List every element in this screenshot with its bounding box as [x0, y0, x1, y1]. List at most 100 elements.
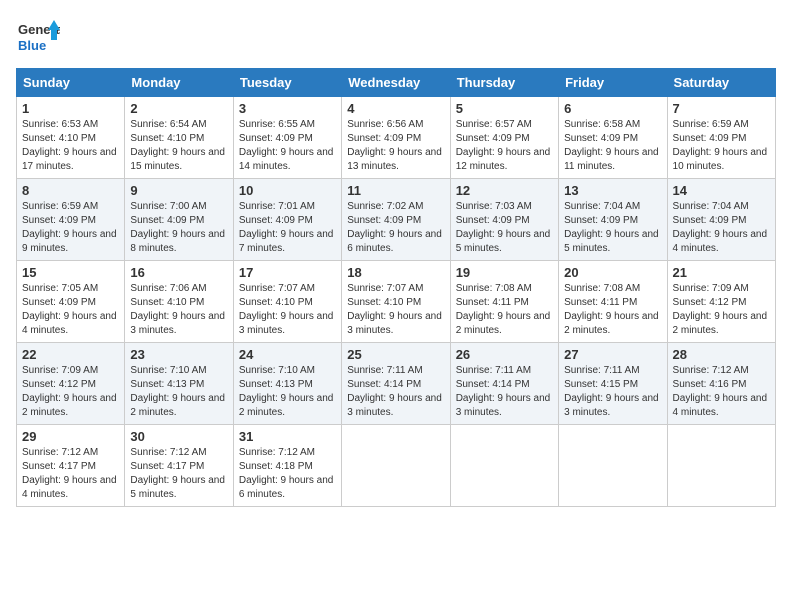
day-number: 13 — [564, 183, 661, 198]
day-info: Sunrise: 7:08 AMSunset: 4:11 PMDaylight:… — [456, 283, 551, 336]
day-number: 7 — [673, 101, 770, 116]
week-row-4: 22Sunrise: 7:09 AMSunset: 4:12 PMDayligh… — [17, 343, 776, 425]
day-header-tuesday: Tuesday — [233, 69, 341, 97]
day-cell-4: 4 Sunrise: 6:56 AMSunset: 4:09 PMDaylight… — [342, 97, 450, 179]
day-cell-19: 19Sunrise: 7:08 AMSunset: 4:11 PMDayligh… — [450, 261, 558, 343]
day-cell-9: 9 Sunrise: 7:00 AMSunset: 4:09 PMDaylight… — [125, 179, 233, 261]
day-cell-25: 25 Sunrise: 7:11 AMSunset: 4:14 PMDayligh… — [342, 343, 450, 425]
week-row-5: 29 Sunrise: 7:12 AMSunset: 4:17 PMDayligh… — [17, 425, 776, 507]
day-cell-24: 24Sunrise: 7:10 AMSunset: 4:13 PMDayligh… — [233, 343, 341, 425]
day-info: Sunrise: 7:09 AMSunset: 4:12 PMDaylight:… — [22, 365, 117, 418]
day-cell-18: 18Sunrise: 7:07 AMSunset: 4:10 PMDayligh… — [342, 261, 450, 343]
day-info: Sunrise: 7:07 AMSunset: 4:10 PMDaylight:… — [347, 283, 442, 336]
svg-text:Blue: Blue — [18, 38, 46, 53]
day-number: 29 — [22, 429, 119, 444]
day-info: Sunrise: 7:11 AMSunset: 4:14 PMDaylight:… — [347, 365, 442, 418]
day-cell-6: 6 Sunrise: 6:58 AMSunset: 4:09 PMDaylight… — [559, 97, 667, 179]
day-number: 5 — [456, 101, 553, 116]
day-info: Sunrise: 6:54 AMSunset: 4:10 PMDaylight:… — [130, 119, 225, 172]
day-cell-5: 5 Sunrise: 6:57 AMSunset: 4:09 PMDaylight… — [450, 97, 558, 179]
week-row-2: 8 Sunrise: 6:59 AMSunset: 4:09 PMDaylight… — [17, 179, 776, 261]
day-number: 21 — [673, 265, 770, 280]
day-cell-23: 23 Sunrise: 7:10 AMSunset: 4:13 PMDayligh… — [125, 343, 233, 425]
day-info: Sunrise: 7:12 AMSunset: 4:18 PMDaylight:… — [239, 447, 334, 500]
day-info: Sunrise: 6:55 AMSunset: 4:09 PMDaylight:… — [239, 119, 334, 172]
day-cell-11: 11 Sunrise: 7:02 AMSunset: 4:09 PMDayligh… — [342, 179, 450, 261]
day-cell-26: 26Sunrise: 7:11 AMSunset: 4:14 PMDayligh… — [450, 343, 558, 425]
day-info: Sunrise: 7:09 AMSunset: 4:12 PMDaylight:… — [673, 283, 768, 336]
day-info: Sunrise: 7:12 AMSunset: 4:17 PMDaylight:… — [22, 447, 117, 500]
day-info: Sunrise: 6:59 AMSunset: 4:09 PMDaylight:… — [673, 119, 768, 172]
day-number: 9 — [130, 183, 227, 198]
day-number: 23 — [130, 347, 227, 362]
day-number: 1 — [22, 101, 119, 116]
empty-cell — [342, 425, 450, 507]
day-info: Sunrise: 7:12 AMSunset: 4:17 PMDaylight:… — [130, 447, 225, 500]
header-row: SundayMondayTuesdayWednesdayThursdayFrid… — [17, 69, 776, 97]
day-cell-7: 7 Sunrise: 6:59 AMSunset: 4:09 PMDaylight… — [667, 97, 775, 179]
day-number: 4 — [347, 101, 444, 116]
day-info: Sunrise: 7:12 AMSunset: 4:16 PMDaylight:… — [673, 365, 768, 418]
day-number: 12 — [456, 183, 553, 198]
day-number: 11 — [347, 183, 444, 198]
day-number: 3 — [239, 101, 336, 116]
day-number: 26 — [456, 347, 553, 362]
day-info: Sunrise: 7:11 AMSunset: 4:15 PMDaylight:… — [564, 365, 659, 418]
day-info: Sunrise: 7:05 AMSunset: 4:09 PMDaylight:… — [22, 283, 117, 336]
day-number: 10 — [239, 183, 336, 198]
day-cell-28: 28 Sunrise: 7:12 AMSunset: 4:16 PMDayligh… — [667, 343, 775, 425]
day-header-thursday: Thursday — [450, 69, 558, 97]
empty-cell — [667, 425, 775, 507]
day-info: Sunrise: 6:53 AMSunset: 4:10 PMDaylight:… — [22, 119, 117, 172]
day-cell-29: 29 Sunrise: 7:12 AMSunset: 4:17 PMDayligh… — [17, 425, 125, 507]
day-cell-15: 15 Sunrise: 7:05 AMSunset: 4:09 PMDayligh… — [17, 261, 125, 343]
day-info: Sunrise: 7:01 AMSunset: 4:09 PMDaylight:… — [239, 201, 334, 254]
empty-cell — [450, 425, 558, 507]
day-cell-3: 3 Sunrise: 6:55 AMSunset: 4:09 PMDaylight… — [233, 97, 341, 179]
day-cell-10: 10 Sunrise: 7:01 AMSunset: 4:09 PMDayligh… — [233, 179, 341, 261]
day-cell-20: 20 Sunrise: 7:08 AMSunset: 4:11 PMDayligh… — [559, 261, 667, 343]
day-number: 30 — [130, 429, 227, 444]
day-cell-16: 16 Sunrise: 7:06 AMSunset: 4:10 PMDayligh… — [125, 261, 233, 343]
day-number: 6 — [564, 101, 661, 116]
day-number: 25 — [347, 347, 444, 362]
day-number: 2 — [130, 101, 227, 116]
day-info: Sunrise: 7:07 AMSunset: 4:10 PMDaylight:… — [239, 283, 334, 336]
day-header-friday: Friday — [559, 69, 667, 97]
day-cell-17: 17Sunrise: 7:07 AMSunset: 4:10 PMDayligh… — [233, 261, 341, 343]
week-row-1: 1 Sunrise: 6:53 AMSunset: 4:10 PMDaylight… — [17, 97, 776, 179]
empty-cell — [559, 425, 667, 507]
day-number: 20 — [564, 265, 661, 280]
day-info: Sunrise: 6:57 AMSunset: 4:09 PMDaylight:… — [456, 119, 551, 172]
day-info: Sunrise: 7:08 AMSunset: 4:11 PMDaylight:… — [564, 283, 659, 336]
day-cell-22: 22Sunrise: 7:09 AMSunset: 4:12 PMDayligh… — [17, 343, 125, 425]
day-number: 24 — [239, 347, 336, 362]
day-header-saturday: Saturday — [667, 69, 775, 97]
day-number: 28 — [673, 347, 770, 362]
day-cell-12: 12 Sunrise: 7:03 AMSunset: 4:09 PMDayligh… — [450, 179, 558, 261]
day-cell-1: 1 Sunrise: 6:53 AMSunset: 4:10 PMDaylight… — [17, 97, 125, 179]
day-number: 8 — [22, 183, 119, 198]
day-cell-2: 2 Sunrise: 6:54 AMSunset: 4:10 PMDaylight… — [125, 97, 233, 179]
logo-svg: General Blue — [16, 16, 60, 60]
day-cell-27: 27 Sunrise: 7:11 AMSunset: 4:15 PMDayligh… — [559, 343, 667, 425]
day-info: Sunrise: 7:06 AMSunset: 4:10 PMDaylight:… — [130, 283, 225, 336]
day-cell-14: 14Sunrise: 7:04 AMSunset: 4:09 PMDayligh… — [667, 179, 775, 261]
day-number: 14 — [673, 183, 770, 198]
day-info: Sunrise: 6:58 AMSunset: 4:09 PMDaylight:… — [564, 119, 659, 172]
week-row-3: 15 Sunrise: 7:05 AMSunset: 4:09 PMDayligh… — [17, 261, 776, 343]
day-info: Sunrise: 7:03 AMSunset: 4:09 PMDaylight:… — [456, 201, 551, 254]
day-cell-13: 13 Sunrise: 7:04 AMSunset: 4:09 PMDayligh… — [559, 179, 667, 261]
day-cell-8: 8 Sunrise: 6:59 AMSunset: 4:09 PMDaylight… — [17, 179, 125, 261]
day-cell-21: 21 Sunrise: 7:09 AMSunset: 4:12 PMDayligh… — [667, 261, 775, 343]
day-number: 15 — [22, 265, 119, 280]
day-info: Sunrise: 7:02 AMSunset: 4:09 PMDaylight:… — [347, 201, 442, 254]
day-info: Sunrise: 7:04 AMSunset: 4:09 PMDaylight:… — [564, 201, 659, 254]
day-info: Sunrise: 6:56 AMSunset: 4:09 PMDaylight:… — [347, 119, 442, 172]
day-info: Sunrise: 7:00 AMSunset: 4:09 PMDaylight:… — [130, 201, 225, 254]
day-info: Sunrise: 7:10 AMSunset: 4:13 PMDaylight:… — [130, 365, 225, 418]
day-header-monday: Monday — [125, 69, 233, 97]
day-number: 16 — [130, 265, 227, 280]
day-number: 27 — [564, 347, 661, 362]
day-info: Sunrise: 6:59 AMSunset: 4:09 PMDaylight:… — [22, 201, 117, 254]
